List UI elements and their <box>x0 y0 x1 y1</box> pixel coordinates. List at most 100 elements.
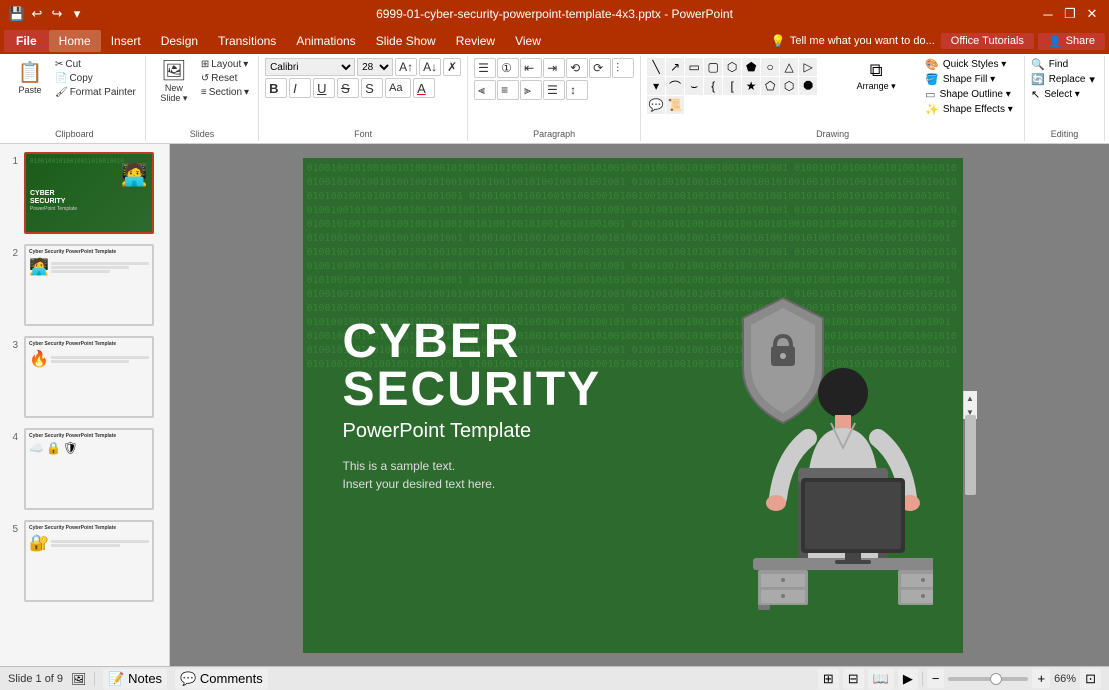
slide-image-3[interactable]: Cyber Security PowerPoint Template 🔥 <box>24 336 154 418</box>
zoom-thumb[interactable] <box>990 673 1002 685</box>
shape-circle[interactable]: ○ <box>761 58 779 76</box>
reading-view-button[interactable]: 📖 <box>868 669 894 689</box>
shape-pentagon[interactable]: ⬠ <box>761 77 779 95</box>
paste-button[interactable]: 📋 Paste <box>10 58 50 98</box>
text-direction-button[interactable]: ⟲ <box>566 58 588 78</box>
shape-arrow[interactable]: ↗ <box>666 58 684 76</box>
menu-insert[interactable]: Insert <box>101 30 151 52</box>
decrease-font-button[interactable]: A↓ <box>419 58 441 76</box>
close-button[interactable]: ✕ <box>1083 5 1101 23</box>
font-family-select[interactable]: Calibri <box>265 58 355 76</box>
zoom-out-button[interactable]: − <box>927 669 945 688</box>
scroll-thumb[interactable] <box>965 415 976 495</box>
shape-brace[interactable]: { <box>704 77 722 95</box>
columns-button[interactable]: ⫶ <box>612 58 634 78</box>
align-right-button[interactable]: ⫸ <box>520 80 542 100</box>
restore-button[interactable]: ❐ <box>1061 5 1079 23</box>
shape-cylinder[interactable]: ⬟ <box>742 58 760 76</box>
zoom-slider[interactable] <box>948 677 1028 681</box>
replace-button[interactable]: 🔄 Replace▾ <box>1031 73 1095 86</box>
minimize-button[interactable]: ─ <box>1039 5 1057 23</box>
justify-button[interactable]: ☰ <box>543 80 565 100</box>
copy-button[interactable]: 📄 Copy <box>52 72 139 85</box>
shape-octagon[interactable]: ⯃ <box>799 77 817 95</box>
bullets-button[interactable]: ☰ <box>474 58 496 78</box>
shape-fill-button[interactable]: 🪣 Shape Fill ▾ <box>925 73 1035 86</box>
align-left-button[interactable]: ⫷ <box>474 80 496 100</box>
slide-thumb-5[interactable]: 5 Cyber Security PowerPoint Template 🔐 <box>4 520 165 602</box>
shape-more[interactable]: ▾ <box>647 77 665 95</box>
shape-freeform[interactable]: ⌣ <box>685 77 703 95</box>
menu-review[interactable]: Review <box>446 30 505 52</box>
slide-canvas[interactable]: 0100100101001001010010010100100101001001… <box>303 158 963 653</box>
slide-image-2[interactable]: Cyber Security PowerPoint Template 🧑‍💻 <box>24 244 154 326</box>
notes-button[interactable]: 📝 Notes <box>103 669 167 689</box>
reset-button[interactable]: ↺ Reset <box>198 72 252 85</box>
slide-thumb-3[interactable]: 3 Cyber Security PowerPoint Template 🔥 <box>4 336 165 418</box>
convert-button[interactable]: ⟳ <box>589 58 611 78</box>
cut-button[interactable]: ✂ Cut <box>52 58 139 71</box>
menu-slideshow[interactable]: Slide Show <box>366 30 446 52</box>
slide-thumb-2[interactable]: 2 Cyber Security PowerPoint Template 🧑‍💻 <box>4 244 165 326</box>
increase-indent-button[interactable]: ⇥ <box>543 58 565 78</box>
menu-transitions[interactable]: Transitions <box>208 30 286 52</box>
decrease-indent-button[interactable]: ⇤ <box>520 58 542 78</box>
section-button[interactable]: ≡ Section▾ <box>198 86 252 99</box>
menu-design[interactable]: Design <box>151 30 208 52</box>
text-shadow-button[interactable]: S <box>361 78 383 98</box>
shape-bracket[interactable]: [ <box>723 77 741 95</box>
clear-format-button[interactable]: ✗ <box>443 58 461 76</box>
office-tutorials-button[interactable]: Office Tutorials <box>941 33 1034 49</box>
format-painter-button[interactable]: 🖌 Format Painter <box>52 86 139 99</box>
shape-curve[interactable]: ⌒ <box>666 77 684 95</box>
slide-image-5[interactable]: Cyber Security PowerPoint Template 🔐 <box>24 520 154 602</box>
slide-thumb-4[interactable]: 4 Cyber Security PowerPoint Template ☁️ … <box>4 428 165 510</box>
shape-star[interactable]: ★ <box>742 77 760 95</box>
menu-view[interactable]: View <box>505 30 551 52</box>
shape-rounded[interactable]: ▢ <box>704 58 722 76</box>
customize-qat-button[interactable]: ▾ <box>68 5 86 23</box>
normal-view-button[interactable]: ⊞ <box>818 669 839 689</box>
shape-rect[interactable]: ▭ <box>685 58 703 76</box>
share-button[interactable]: 👤 Share <box>1038 33 1105 50</box>
shape-line[interactable]: ╲ <box>647 58 665 76</box>
arrange-button[interactable]: ⧉ Arrange ▾ <box>831 58 921 94</box>
layout-button[interactable]: ⊞ Layout▾ <box>198 58 252 71</box>
menu-animations[interactable]: Animations <box>286 30 365 52</box>
increase-font-button[interactable]: A↑ <box>395 58 417 76</box>
slideshow-button[interactable]: ▶ <box>898 669 918 689</box>
slide-sorter-button[interactable]: ⊟ <box>843 669 864 689</box>
align-center-button[interactable]: ≡ <box>497 80 519 100</box>
shape-rtarrow[interactable]: ▷ <box>799 58 817 76</box>
shape-snip[interactable]: ⬡ <box>723 58 741 76</box>
redo-button[interactable]: ↪ <box>48 5 66 23</box>
scroll-up-button[interactable]: ▲ <box>964 391 977 405</box>
font-size-select[interactable]: 28 <box>357 58 393 76</box>
font-color-button[interactable]: A <box>413 78 435 98</box>
numbering-button[interactable]: ① <box>497 58 519 78</box>
shape-hexagon[interactable]: ⬡ <box>780 77 798 95</box>
strikethrough-button[interactable]: S <box>337 78 359 98</box>
new-slide-button[interactable]: 🖼 NewSlide ▾ <box>152 58 196 107</box>
shape-callout[interactable]: 💬 <box>647 96 665 114</box>
italic-button[interactable]: I <box>289 78 311 98</box>
slide-image-4[interactable]: Cyber Security PowerPoint Template ☁️ 🔒 … <box>24 428 154 510</box>
slide-image-1[interactable]: 01001001010010011010010010 CYBERSECURITY… <box>24 152 154 234</box>
shape-triangle[interactable]: △ <box>780 58 798 76</box>
save-button[interactable]: 💾 <box>8 5 26 23</box>
find-button[interactable]: 🔍 Find <box>1031 58 1068 71</box>
tell-me-input[interactable]: 💡 Tell me what you want to do... <box>765 34 941 48</box>
underline-button[interactable]: U <box>313 78 335 98</box>
shape-outline-button[interactable]: ▭ Shape Outline ▾ <box>925 88 1035 101</box>
fit-window-button[interactable]: ⊡ <box>1080 669 1101 689</box>
undo-button[interactable]: ↩ <box>28 5 46 23</box>
menu-file[interactable]: File <box>4 30 49 52</box>
select-button[interactable]: ↖ Select ▾ <box>1031 88 1080 101</box>
comments-button[interactable]: 💬 Comments <box>175 669 268 689</box>
line-spacing-button[interactable]: ↕ <box>566 80 588 100</box>
menu-home[interactable]: Home <box>49 30 101 52</box>
slide-thumb-1[interactable]: 1 01001001010010011010010010 CYBERSECURI… <box>4 152 165 234</box>
bold-button[interactable]: B <box>265 78 287 98</box>
shape-scroll[interactable]: 📜 <box>666 96 684 114</box>
change-case-button[interactable]: Aa <box>385 78 411 98</box>
